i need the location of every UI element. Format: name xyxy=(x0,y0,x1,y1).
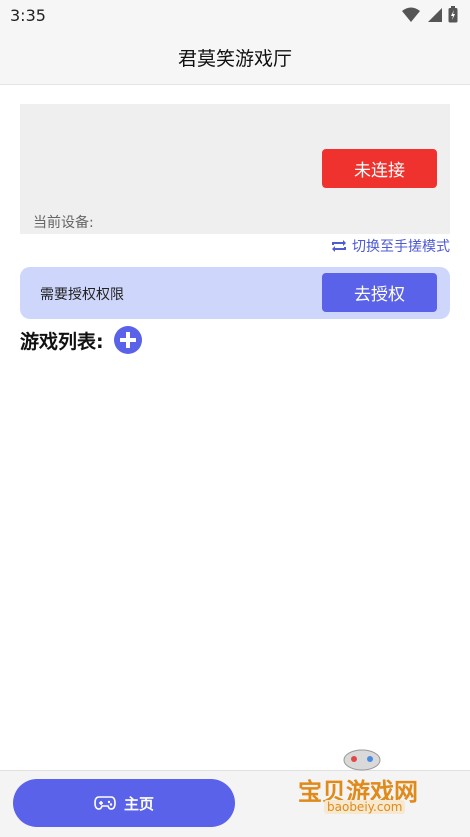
watermark-site: baobeiy.com xyxy=(324,800,406,814)
add-game-button[interactable] xyxy=(113,326,142,354)
auth-message: 需要授权权限 xyxy=(40,287,124,303)
connect-button[interactable]: 未连接 xyxy=(322,149,437,188)
switch-mode-link[interactable]: 切换至手搓模式 xyxy=(330,236,450,256)
status-bar: 3:35 xyxy=(0,0,470,32)
device-card: 未连接 当前设备: xyxy=(20,104,450,234)
signal-icon xyxy=(428,7,442,22)
game-list-title: 游戏列表: xyxy=(20,330,104,353)
battery-icon xyxy=(448,6,458,23)
gamepad-icon xyxy=(94,796,116,810)
authorize-button[interactable]: 去授权 xyxy=(322,273,437,312)
gamepad-mascot-icon xyxy=(343,749,381,771)
page-title: 君莫笑游戏厅 xyxy=(177,48,292,70)
current-device-label: 当前设备: xyxy=(33,215,94,231)
wifi-icon xyxy=(402,7,420,22)
game-list-heading: 游戏列表: xyxy=(20,326,142,354)
status-icons xyxy=(402,6,458,23)
app-bar: 君莫笑游戏厅 xyxy=(0,32,470,85)
switch-mode-label: 切换至手搓模式 xyxy=(352,239,450,255)
status-time: 3:35 xyxy=(10,6,46,25)
swap-icon xyxy=(332,240,346,252)
watermark-logo: 宝贝游戏网 baobeiy.com xyxy=(292,742,442,818)
auth-banner: 需要授权权限 去授权 xyxy=(20,267,450,319)
home-tab[interactable]: 主页 xyxy=(13,779,235,827)
home-tab-label: 主页 xyxy=(123,794,154,813)
